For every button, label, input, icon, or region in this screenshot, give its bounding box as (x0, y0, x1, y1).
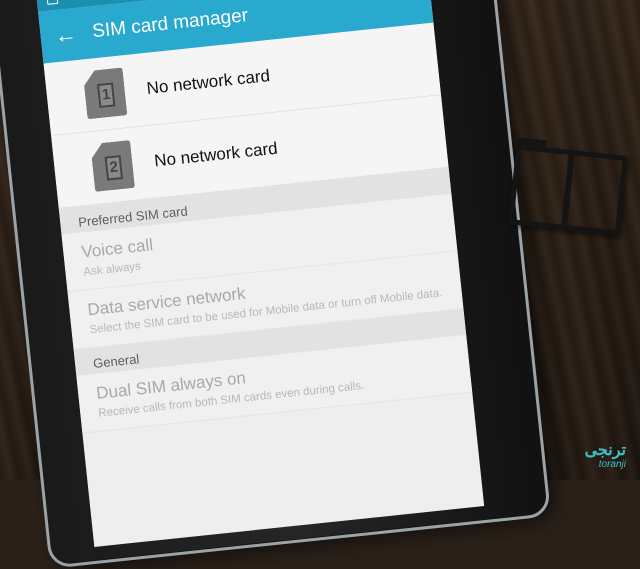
sim-card-tray (508, 137, 628, 236)
sim-slot-number: 1 (97, 82, 115, 108)
page-title: SIM card manager (91, 5, 250, 43)
phone-screen: ← SIM card manager 1 No network card 2 N… (35, 0, 485, 547)
image-icon (46, 0, 59, 5)
sim-slot-number: 2 (105, 155, 123, 181)
watermark-logo: ترنجی (584, 441, 626, 459)
arrow-left-icon[interactable]: ← (53, 21, 77, 48)
sim-card-icon: 1 (83, 67, 128, 119)
sim-card-icon: 2 (90, 140, 135, 192)
sim-card-2-label: No network card (153, 138, 279, 171)
sim-tray-tab (516, 137, 548, 151)
sim-card-1-label: No network card (145, 66, 271, 98)
sim-tray-divider (561, 154, 575, 226)
watermark: ترنجی toranji (584, 441, 626, 470)
watermark-text: toranji (598, 458, 626, 470)
